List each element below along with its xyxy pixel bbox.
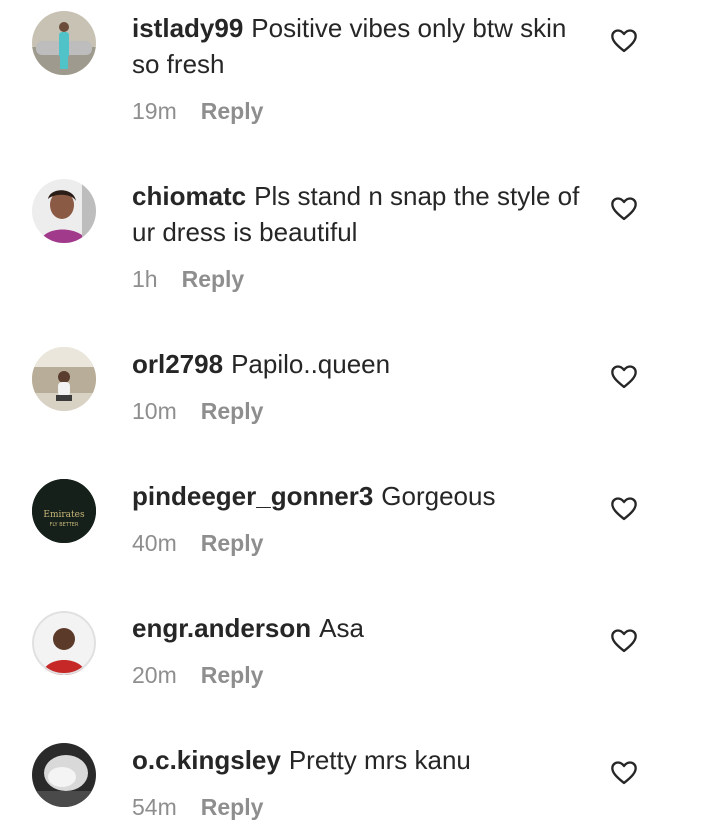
comment-body: o.c.kingsley Pretty mrs kanu 54m Reply (132, 742, 592, 822)
avatar-emirates-text: Emirates (43, 510, 85, 520)
avatar[interactable]: Emirates FLY BETTER (32, 479, 96, 543)
comment-text: Asa (319, 613, 364, 643)
comment-username[interactable]: istlady99 (132, 13, 243, 43)
heart-outline-icon[interactable] (610, 363, 638, 391)
comment-text: Gorgeous (381, 481, 496, 511)
comment-body: engr.anderson Asa 20m Reply (132, 610, 592, 690)
heart-outline-icon[interactable] (610, 27, 638, 55)
comment-body: orl2798 Papilo..queen 10m Reply (132, 346, 592, 426)
avatar[interactable] (32, 179, 96, 243)
comment-body: istlady99 Positive vibes only btw skin so… (132, 10, 592, 126)
comment-text: Papilo..queen (231, 349, 391, 379)
comment-time: 40m (132, 530, 177, 556)
comment-time: 1h (132, 266, 158, 292)
comment-text: Pretty mrs kanu (288, 745, 471, 775)
heart-outline-icon[interactable] (610, 759, 638, 787)
comment-meta: 19m Reply (132, 96, 592, 126)
comment-text-block: pindeeger_gonner3 Gorgeous (132, 478, 592, 514)
avatar[interactable] (32, 743, 96, 807)
comment-text-block: orl2798 Papilo..queen (132, 346, 592, 382)
comment-username[interactable]: chiomatc (132, 181, 246, 211)
reply-button[interactable]: Reply (201, 662, 264, 688)
comment-username[interactable]: orl2798 (132, 349, 223, 379)
avatar[interactable] (32, 11, 96, 75)
avatar[interactable] (32, 347, 96, 411)
comment-meta: 20m Reply (132, 660, 592, 690)
reply-button[interactable]: Reply (201, 98, 264, 124)
comment-body: chiomatc Pls stand n snap the style of ur… (132, 178, 592, 294)
heart-outline-icon[interactable] (610, 195, 638, 223)
comment-time: 19m (132, 98, 177, 124)
comment-meta: 40m Reply (132, 528, 592, 558)
comment-text-block: istlady99 Positive vibes only btw skin so… (132, 10, 592, 82)
comment-time: 20m (132, 662, 177, 688)
reply-button[interactable]: Reply (182, 266, 245, 292)
reply-button[interactable]: Reply (201, 398, 264, 424)
heart-outline-icon[interactable] (610, 495, 638, 523)
avatar[interactable] (32, 611, 96, 675)
comment-time: 54m (132, 794, 177, 820)
comment-meta: 10m Reply (132, 396, 592, 426)
comment-meta: 1h Reply (132, 264, 592, 294)
comment-time: 10m (132, 398, 177, 424)
comment-text-block: o.c.kingsley Pretty mrs kanu (132, 742, 592, 778)
avatar-fly-better-text: FLY BETTER (50, 522, 79, 528)
comment-meta: 54m Reply (132, 792, 592, 822)
comment-body: pindeeger_gonner3 Gorgeous 40m Reply (132, 478, 592, 558)
reply-button[interactable]: Reply (201, 794, 264, 820)
comment-username[interactable]: o.c.kingsley (132, 745, 281, 775)
comment-username[interactable]: engr.anderson (132, 613, 311, 643)
reply-button[interactable]: Reply (201, 530, 264, 556)
comment-text-block: chiomatc Pls stand n snap the style of ur… (132, 178, 592, 250)
comment-username[interactable]: pindeeger_gonner3 (132, 481, 373, 511)
comment-text-block: engr.anderson Asa (132, 610, 592, 646)
heart-outline-icon[interactable] (610, 627, 638, 655)
